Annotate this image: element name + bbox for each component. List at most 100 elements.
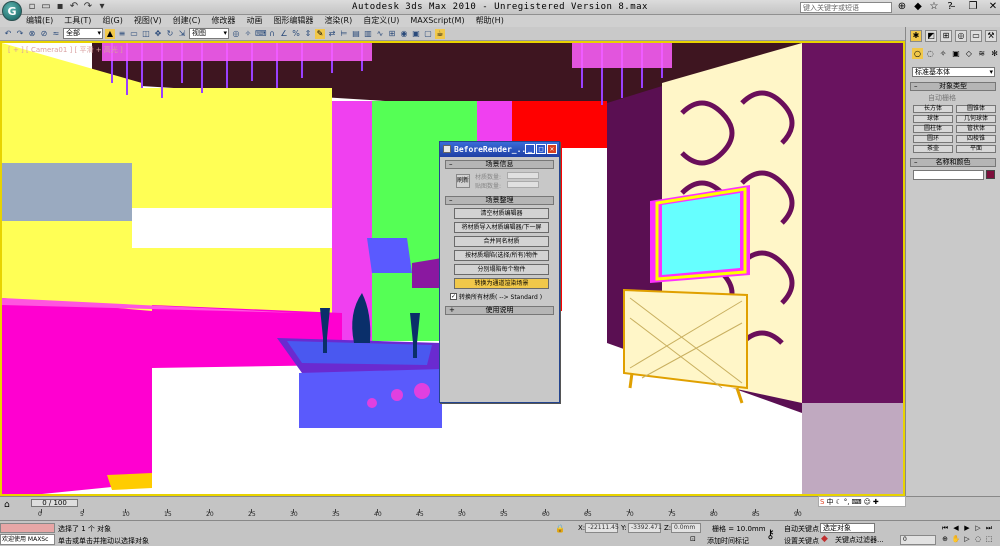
- percent-snap-icon[interactable]: %: [291, 29, 301, 39]
- zoom-icon[interactable]: ⊕: [940, 534, 950, 544]
- prev-frame-icon[interactable]: ◀: [951, 523, 961, 533]
- menu-help[interactable]: 帮助(H): [476, 15, 504, 27]
- ime-user-icon[interactable]: ☺: [864, 498, 871, 506]
- pyramid-button[interactable]: 四棱锥: [956, 135, 996, 143]
- dialog-maximize-icon[interactable]: □: [536, 144, 546, 154]
- ref-coord-dropdown[interactable]: 视图: [189, 28, 229, 39]
- x-coord-field[interactable]: -22111.45: [585, 523, 619, 533]
- dialog-minimize-icon[interactable]: _: [525, 144, 535, 154]
- systems-icon[interactable]: ✻: [989, 48, 1000, 59]
- menu-edit[interactable]: 编辑(E): [26, 15, 53, 27]
- convert-channel-render-button[interactable]: 转换为通道渲染场景: [454, 278, 549, 289]
- minimize-icon[interactable]: –: [947, 1, 959, 13]
- menu-tools[interactable]: 工具(T): [64, 15, 91, 27]
- rollout-scene-ops[interactable]: – 场景整理: [445, 196, 554, 205]
- bind-spacewarp-icon[interactable]: ≈: [51, 29, 61, 39]
- undo-icon[interactable]: ↶: [3, 29, 13, 39]
- select-scale-icon[interactable]: ⇲: [177, 29, 187, 39]
- app-logo-icon[interactable]: G: [2, 1, 22, 21]
- binoculars-icon[interactable]: ⊕: [896, 1, 908, 13]
- snap-toggle-icon[interactable]: ∩: [267, 29, 277, 39]
- auto-key-button[interactable]: 自动关键点: [784, 524, 819, 534]
- edit-named-sel-icon[interactable]: ✎: [315, 28, 325, 39]
- next-frame-icon[interactable]: ▷: [973, 523, 983, 533]
- angle-snap-icon[interactable]: ∠: [279, 29, 289, 39]
- z-coord-field[interactable]: 0.0mm: [671, 523, 701, 533]
- lights-icon[interactable]: ✧: [938, 48, 949, 59]
- mirror-icon[interactable]: ⇄: [327, 29, 337, 39]
- subscription-icon[interactable]: ◆: [912, 1, 924, 13]
- autogrid-checkbox[interactable]: 自动栅格: [928, 93, 1000, 103]
- clear-material-editor-button[interactable]: 清空材质编辑器: [454, 208, 549, 219]
- object-color-swatch[interactable]: [986, 170, 995, 179]
- selection-filter-dropdown[interactable]: 全部: [63, 28, 103, 39]
- align-icon[interactable]: ⊨: [339, 29, 349, 39]
- primitive-type-dropdown[interactable]: 标准基本体: [912, 67, 995, 77]
- import-materials-button[interactable]: 将材质导入材质编辑器/下一屏: [454, 222, 549, 233]
- ime-moon-icon[interactable]: ☾: [835, 498, 841, 506]
- hierarchy-tab-icon[interactable]: ⊞: [940, 30, 952, 42]
- menu-create[interactable]: 创建(C): [173, 15, 201, 27]
- go-end-icon[interactable]: ⏭: [984, 523, 994, 533]
- orbit-icon[interactable]: ◌: [973, 534, 983, 544]
- y-coord-field[interactable]: -3392.471: [628, 523, 662, 533]
- torus-button[interactable]: 圆环: [913, 135, 953, 143]
- refresh-button[interactable]: 刷新: [456, 174, 470, 188]
- spinner-snap-icon[interactable]: ⇕: [303, 29, 313, 39]
- select-object-icon[interactable]: ▲: [105, 28, 115, 39]
- object-type-rollout[interactable]: – 对象类型: [910, 82, 996, 91]
- tube-button[interactable]: 管状体: [956, 125, 996, 133]
- modify-tab-icon[interactable]: ◩: [925, 30, 937, 42]
- add-time-tag[interactable]: 添加时间标记: [707, 536, 749, 546]
- geometry-icon[interactable]: ○: [912, 48, 923, 59]
- unlink-icon[interactable]: ⊘: [39, 29, 49, 39]
- helpers-icon[interactable]: ◇: [963, 48, 974, 59]
- keyboard-shortcut-icon[interactable]: ⌨: [255, 29, 267, 39]
- current-frame-field[interactable]: 0: [900, 535, 936, 545]
- close-icon[interactable]: ✕: [987, 1, 999, 13]
- menu-views[interactable]: 视图(V): [134, 15, 162, 27]
- manipulate-icon[interactable]: ✧: [243, 29, 253, 39]
- menu-customize[interactable]: 自定义(U): [363, 15, 399, 27]
- geosphere-button[interactable]: 几何球体: [956, 115, 996, 123]
- key-selection-dropdown[interactable]: 选定对象: [820, 523, 875, 533]
- maximize-viewport-icon[interactable]: ⬚: [984, 534, 994, 544]
- mini-curve-editor-icon[interactable]: ⌂: [4, 500, 10, 510]
- teapot-button[interactable]: 茶壶: [913, 145, 953, 153]
- ime-settings-icon[interactable]: ✚: [873, 498, 879, 506]
- cameras-icon[interactable]: ▣: [951, 48, 962, 59]
- graphite-icon[interactable]: ▥: [363, 29, 373, 39]
- box-button[interactable]: 长方体: [913, 105, 953, 113]
- dialog-close-icon[interactable]: ✕: [547, 144, 557, 154]
- viewport-label[interactable]: [ + ] [ Camera01 ] [ 平滑 + 高光 ]: [8, 45, 123, 55]
- ime-keyboard-icon[interactable]: ⌨: [851, 498, 861, 506]
- sphere-button[interactable]: 球体: [913, 115, 953, 123]
- select-move-icon[interactable]: ✥: [153, 29, 163, 39]
- lock-selection-icon[interactable]: 🔒: [555, 524, 565, 533]
- menu-maxscript[interactable]: MAXScript(M): [410, 15, 464, 27]
- plane-button[interactable]: 平面: [956, 145, 996, 153]
- rendered-frame-icon[interactable]: ▢: [423, 29, 433, 39]
- pivot-center-icon[interactable]: ◎: [231, 29, 241, 39]
- shapes-icon[interactable]: ◌: [925, 48, 936, 59]
- merge-same-name-materials-button[interactable]: 合并同名材质: [454, 236, 549, 247]
- restore-icon[interactable]: ❐: [967, 1, 979, 13]
- collapse-each-object-button[interactable]: 分别塌陷每个物件: [454, 264, 549, 275]
- utilities-tab-icon[interactable]: ⚒: [985, 30, 997, 42]
- rect-selection-icon[interactable]: ▭: [129, 29, 139, 39]
- maxscript-listener[interactable]: 欢迎使用 MAXSc: [0, 534, 55, 545]
- ime-mode-label[interactable]: 中: [826, 497, 833, 507]
- fov-icon[interactable]: ▷: [962, 534, 972, 544]
- select-rotate-icon[interactable]: ↻: [165, 29, 175, 39]
- play-icon[interactable]: ▶: [962, 523, 972, 533]
- rollout-help[interactable]: + 使用说明: [445, 306, 554, 315]
- name-color-rollout[interactable]: – 名称和颜色: [910, 158, 996, 167]
- spacewarps-icon[interactable]: ≋: [976, 48, 987, 59]
- render-setup-icon[interactable]: ▣: [411, 29, 421, 39]
- menu-graph-editors[interactable]: 图形编辑器: [273, 15, 313, 27]
- ime-punct-icon[interactable]: °,: [844, 498, 850, 506]
- motion-tab-icon[interactable]: ◎: [955, 30, 967, 42]
- menu-rendering[interactable]: 渲染(R): [324, 15, 352, 27]
- ime-logo-icon[interactable]: S: [820, 498, 824, 506]
- convert-all-materials-checkbox[interactable]: ✓: [450, 293, 457, 300]
